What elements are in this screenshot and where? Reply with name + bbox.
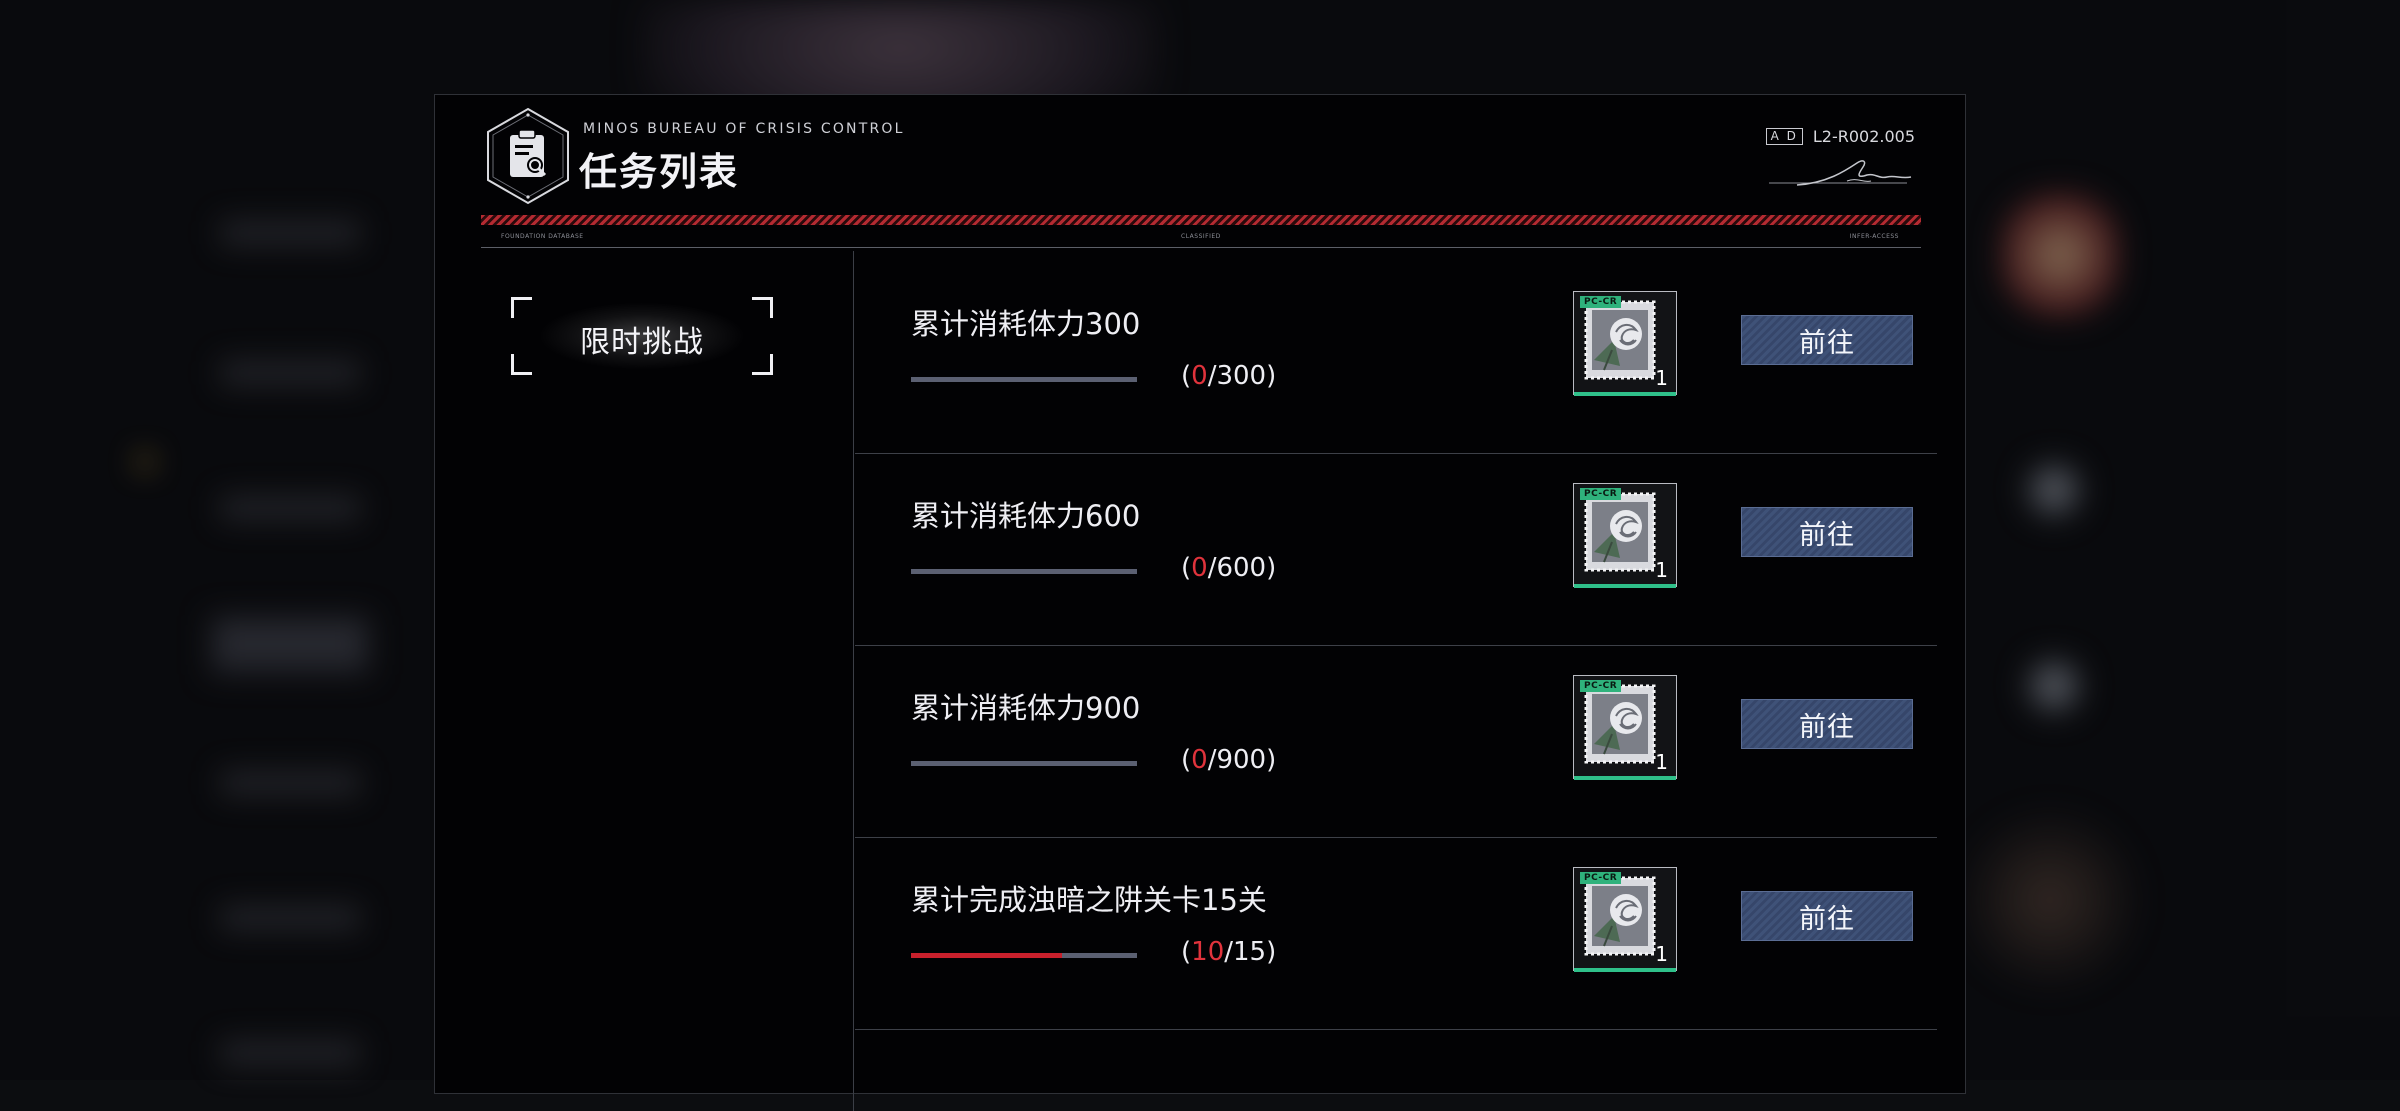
reward-item[interactable]: PC-CR 1 (1573, 291, 1677, 396)
bureau-shield-icon (487, 107, 569, 205)
reward-tag: PC-CR (1580, 488, 1622, 500)
page-title: 任务列表 (579, 149, 740, 194)
reward-rarity-bar (1574, 392, 1676, 396)
document-code: A D L2-R002.005 (1765, 127, 1915, 146)
progress-total: 900 (1216, 745, 1267, 775)
hazard-stripe (481, 215, 1921, 225)
header-divider (481, 247, 1921, 248)
reward-item[interactable]: PC-CR 1 (1573, 483, 1677, 588)
progress-total: 15 (1233, 937, 1267, 967)
reward-quantity: 1 (1655, 750, 1668, 774)
reward-rarity-bar (1574, 968, 1676, 972)
progress-bar (911, 569, 1137, 574)
progress-fill (911, 953, 1062, 958)
task-list-panel: MINOS BUREAU OF CRISIS CONTROL 任务列表 A D … (434, 94, 1966, 1111)
panel-header: MINOS BUREAU OF CRISIS CONTROL 任务列表 A D … (435, 95, 1965, 255)
task-name: 累计消耗体力600 (911, 499, 1141, 533)
rose-stamp-icon (1584, 684, 1656, 764)
progress-total: 300 (1216, 361, 1267, 391)
reward-tag: PC-CR (1580, 296, 1622, 308)
progress-current: 0 (1191, 361, 1208, 391)
reward-item[interactable]: PC-CR 1 (1573, 675, 1677, 780)
reward-item[interactable]: PC-CR 1 (1573, 867, 1677, 972)
progress-current: 10 (1191, 937, 1225, 967)
progress-count: (0/900) (1181, 745, 1277, 775)
progress-bar (911, 377, 1137, 382)
progress-current: 0 (1191, 745, 1208, 775)
progress-count: (0/300) (1181, 361, 1277, 391)
reward-quantity: 1 (1655, 366, 1668, 390)
reward-quantity: 1 (1655, 558, 1668, 582)
rose-stamp-icon (1584, 492, 1656, 572)
ad-label: A D (1765, 128, 1803, 145)
go-button[interactable]: 前往 (1741, 891, 1913, 941)
signature-icon (1769, 160, 1912, 186)
reward-rarity-bar (1574, 584, 1676, 588)
task-row: 累计消耗体力600 (0/600) PC-CR 1 前往 (855, 453, 1937, 646)
go-button[interactable]: 前往 (1741, 507, 1913, 557)
task-row: 累计消耗体力900 (0/900) PC-CR 1 前往 (855, 645, 1937, 838)
task-name: 累计消耗体力300 (911, 307, 1141, 341)
bureau-name: MINOS BUREAU OF CRISIS CONTROL (583, 121, 905, 137)
sub-label-right: INFER-ACCESS (1849, 233, 1899, 240)
category-tab-limited-challenge[interactable]: 限时挑战 (511, 297, 773, 375)
task-name: 累计消耗体力900 (911, 691, 1141, 725)
progress-bar (911, 761, 1137, 766)
progress-count: (0/600) (1181, 553, 1277, 583)
task-row: 累计消耗体力300 (0/300) PC-CR 1 前往 (855, 261, 1937, 454)
sub-label-left: FOUNDATION DATABASE (501, 233, 584, 240)
progress-current: 0 (1191, 553, 1208, 583)
reward-tag: PC-CR (1580, 680, 1622, 692)
progress-bar (911, 953, 1137, 958)
sub-label-mid: CLASSIFIED (1181, 233, 1221, 240)
reward-quantity: 1 (1655, 942, 1668, 966)
rose-stamp-icon (1584, 300, 1656, 380)
reward-tag: PC-CR (1580, 872, 1622, 884)
progress-count: (10/15) (1181, 937, 1277, 967)
reward-rarity-bar (1574, 776, 1676, 780)
task-row: 累计完成浊暗之阱关卡15关 (10/15) PC-CR 1 前往 (855, 837, 1937, 1030)
column-divider (853, 251, 854, 1111)
category-label: 限时挑战 (580, 325, 704, 360)
progress-total: 600 (1216, 553, 1267, 583)
task-name: 累计完成浊暗之阱关卡15关 (911, 883, 1267, 917)
rose-stamp-icon (1584, 876, 1656, 956)
go-button[interactable]: 前往 (1741, 699, 1913, 749)
go-button[interactable]: 前往 (1741, 315, 1913, 365)
code-text: L2-R002.005 (1812, 127, 1915, 146)
